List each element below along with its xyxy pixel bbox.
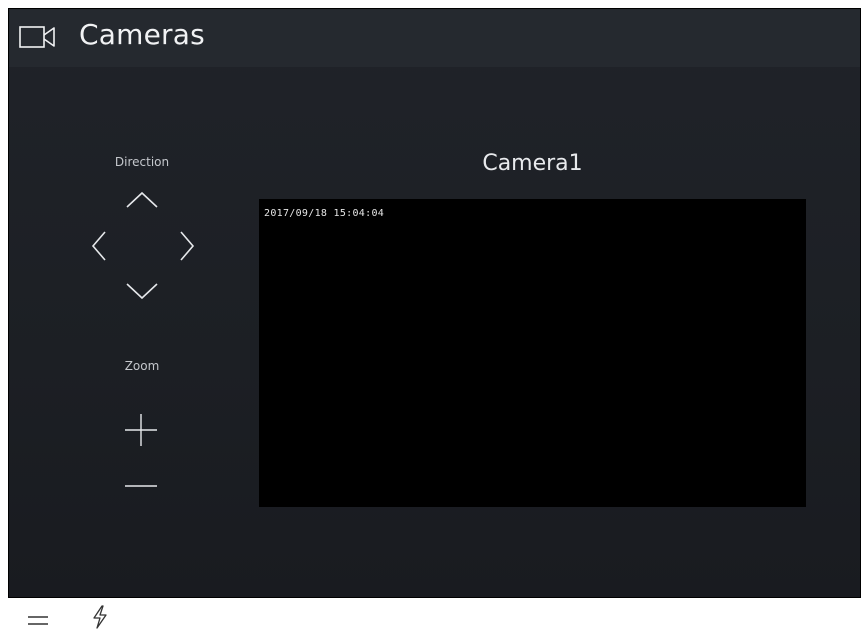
menu-icon[interactable]	[27, 611, 49, 630]
direction-label: Direction	[114, 155, 170, 169]
minus-icon[interactable]	[123, 479, 159, 493]
cameras-app: Cameras Direction Zoom Camera1 2017/09/1…	[8, 8, 861, 598]
chevron-up-icon[interactable]	[124, 189, 160, 209]
chevron-down-icon[interactable]	[124, 281, 160, 301]
camera-video-feed[interactable]: 2017/09/18 15:04:04	[259, 199, 806, 507]
zoom-label: Zoom	[124, 359, 160, 373]
video-timestamp: 2017/09/18 15:04:04	[264, 208, 385, 219]
plus-icon[interactable]	[123, 412, 159, 448]
chevron-right-icon[interactable]	[177, 229, 197, 263]
app-header: Cameras	[9, 9, 860, 67]
chevron-left-icon[interactable]	[89, 229, 109, 263]
page-title: Cameras	[79, 18, 205, 51]
lightning-icon[interactable]	[90, 604, 110, 634]
bottom-bar	[0, 598, 861, 634]
video-camera-icon	[19, 22, 57, 52]
screen-frame: Cameras Direction Zoom Camera1 2017/09/1…	[0, 0, 861, 634]
camera-name: Camera1	[482, 151, 583, 176]
